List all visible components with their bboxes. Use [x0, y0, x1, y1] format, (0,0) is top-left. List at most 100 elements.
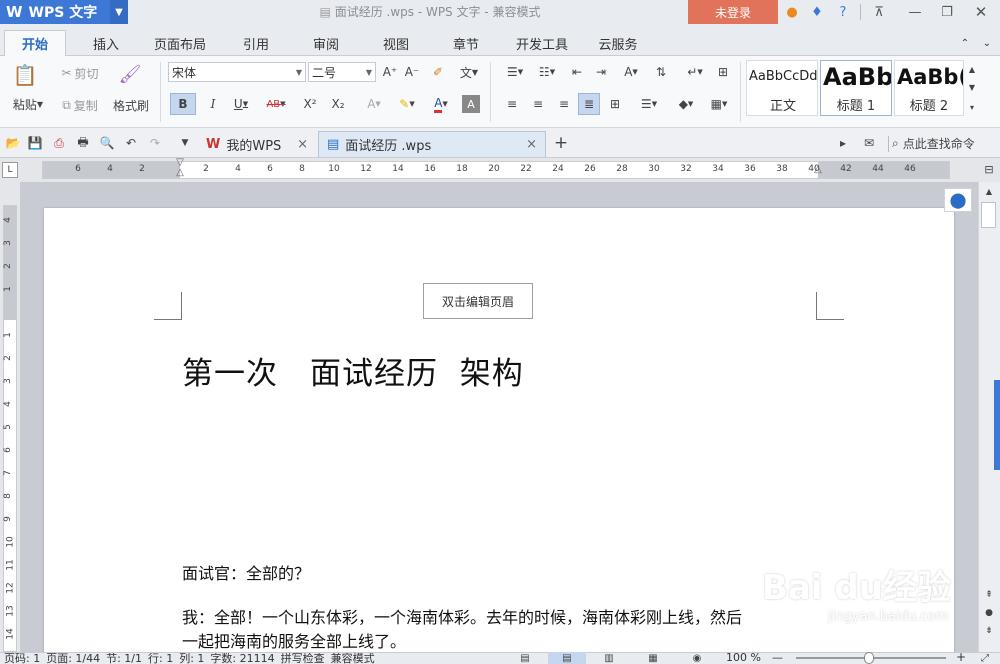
tab-stop-selector[interactable]: L: [2, 162, 18, 178]
cut-button[interactable]: ✂ 剪切: [54, 64, 106, 82]
grow-font-button[interactable]: A⁺: [380, 62, 400, 82]
tab-my-wps[interactable]: W 我的WPS ×: [198, 131, 316, 157]
comment-icon[interactable]: ✉: [858, 134, 880, 152]
skin-icon[interactable]: ♦: [806, 3, 828, 21]
view-web-icon[interactable]: ▦: [644, 652, 662, 664]
style-heading-2[interactable]: AaBb( 标题 2: [894, 60, 964, 116]
char-shading-icon[interactable]: A: [462, 95, 480, 113]
show-marks-icon[interactable]: ↵ ▼: [680, 62, 710, 82]
style-scroll-up-icon[interactable]: ▲: [966, 60, 978, 78]
decrease-indent-icon[interactable]: ⇤: [566, 62, 588, 82]
app-menu-button[interactable]: W WPS 文字 ▼: [0, 0, 128, 24]
tab-chapter[interactable]: 章节: [442, 30, 490, 56]
tab-developer[interactable]: 开发工具: [508, 30, 576, 56]
line-spacing-icon[interactable]: ☰ ▼: [634, 94, 664, 114]
strikethrough-button[interactable]: AB ▼: [258, 93, 294, 115]
status-words[interactable]: 字数: 21114: [210, 653, 274, 664]
open-icon[interactable]: 📂: [4, 134, 22, 152]
brush-icon[interactable]: 🖌: [116, 62, 144, 86]
cloud-icon[interactable]: ●: [783, 3, 801, 21]
sort-icon[interactable]: ⇅: [650, 62, 672, 82]
italic-button[interactable]: I: [202, 93, 224, 115]
view-read-icon[interactable]: ▤: [516, 652, 534, 664]
scroll-thumb[interactable]: [981, 202, 996, 228]
format-painter-button[interactable]: 格式刷: [108, 96, 154, 114]
new-tab-icon[interactable]: +: [552, 133, 570, 153]
tab-home[interactable]: 开始: [4, 30, 66, 56]
border-icon[interactable]: ▦ ▼: [704, 94, 734, 114]
phonetic-icon[interactable]: 文 ▼: [452, 62, 486, 82]
distribute-icon[interactable]: ⊞: [604, 94, 626, 114]
fullscreen-icon[interactable]: ⤢: [976, 652, 994, 664]
bold-button[interactable]: B: [170, 93, 196, 115]
undo-icon[interactable]: ↶: [122, 134, 140, 152]
font-color-button[interactable]: A ▼: [426, 93, 456, 115]
tab-references[interactable]: 引用: [232, 30, 280, 56]
increase-indent-icon[interactable]: ⇥: [590, 62, 612, 82]
text-effect-icon[interactable]: A ▼: [360, 93, 388, 115]
justify-icon[interactable]: ≣: [578, 93, 600, 115]
zoom-in-button[interactable]: +: [956, 651, 966, 663]
bullet-list-icon[interactable]: ☰ ▼: [500, 62, 530, 82]
help-icon[interactable]: ?: [832, 3, 854, 21]
right-indent-icon[interactable]: △: [814, 164, 822, 176]
align-center-icon[interactable]: ≡: [528, 94, 548, 114]
font-size-select[interactable]: 二号 ▼: [308, 62, 376, 82]
pin-icon[interactable]: ⊼: [868, 3, 890, 21]
close-tab-icon[interactable]: ×: [297, 137, 308, 152]
tab-view[interactable]: 视图: [372, 30, 420, 56]
tab-insert[interactable]: 插入: [82, 30, 130, 56]
location-pin-icon[interactable]: ⬤: [944, 188, 972, 212]
save-icon[interactable]: 💾: [26, 134, 44, 152]
print-icon[interactable]: 🖶: [74, 134, 92, 152]
prev-page-icon[interactable]: ⇞: [980, 588, 998, 602]
view-page-icon[interactable]: ▤: [548, 652, 586, 664]
status-spell[interactable]: 拼写检查: [281, 653, 325, 664]
chevron-down-icon[interactable]: ⌄: [978, 30, 996, 56]
style-heading-1[interactable]: AaBb 标题 1: [820, 60, 892, 116]
sidebar-toggle-icon[interactable]: ▸: [834, 134, 852, 152]
tab-document[interactable]: ▤ 面试经历 .wps ×: [318, 131, 546, 157]
export-pdf-icon[interactable]: ⎙: [50, 134, 68, 152]
table-icon[interactable]: ⊞: [712, 62, 734, 82]
eye-protect-icon[interactable]: ◉: [684, 652, 710, 664]
zoom-out-button[interactable]: —: [772, 652, 783, 664]
quick-access-dropdown-icon[interactable]: ▼: [176, 134, 194, 152]
shrink-font-button[interactable]: A⁻: [402, 62, 422, 82]
subscript-button[interactable]: X₂: [326, 93, 350, 115]
copy-button[interactable]: ⧉ 复制: [54, 96, 106, 114]
login-button[interactable]: 未登录: [688, 0, 778, 24]
superscript-button[interactable]: X²: [298, 93, 322, 115]
edit-header-button[interactable]: 双击编辑页眉: [423, 283, 533, 319]
close-tab-icon[interactable]: ×: [526, 137, 537, 152]
font-family-select[interactable]: 宋体 ▼: [168, 62, 306, 82]
view-split-icon[interactable]: ⊟: [980, 160, 998, 178]
next-page-icon[interactable]: ⇟: [980, 624, 998, 638]
underline-button[interactable]: U ▼: [228, 93, 254, 115]
tab-cloud[interactable]: 云服务: [590, 30, 646, 56]
tab-review[interactable]: 审阅: [302, 30, 350, 56]
change-case-icon[interactable]: A ▼: [616, 62, 646, 82]
redo-icon[interactable]: ↷: [146, 134, 164, 152]
paste-icon[interactable]: 📋: [10, 62, 40, 88]
tab-page-layout[interactable]: 页面布局: [148, 30, 212, 56]
view-outline-icon[interactable]: ▥: [600, 652, 618, 664]
style-more-icon[interactable]: ▾: [966, 98, 978, 116]
chevron-up-icon[interactable]: ⌃: [956, 30, 974, 56]
clear-format-icon[interactable]: ✐: [428, 62, 448, 82]
zoom-slider-thumb[interactable]: [864, 652, 874, 664]
highlight-icon[interactable]: ✎ ▼: [392, 93, 422, 115]
align-left-icon[interactable]: ≡: [502, 94, 522, 114]
search-command-input[interactable]: ⌕ 点此查找命令: [892, 134, 998, 152]
numbered-list-icon[interactable]: ☷ ▼: [532, 62, 562, 82]
print-preview-icon[interactable]: 🔍: [98, 134, 116, 152]
align-right-icon[interactable]: ≡: [554, 94, 574, 114]
scroll-up-icon[interactable]: ▲: [980, 184, 998, 198]
close-icon[interactable]: ✕: [968, 3, 994, 21]
restore-icon[interactable]: ❐: [936, 3, 958, 21]
chevron-down-icon[interactable]: ▼: [110, 0, 128, 24]
indent-marker-icon[interactable]: ▽ △: [175, 158, 185, 180]
style-normal[interactable]: AaBbCcDd 正文: [746, 60, 818, 116]
style-scroll-down-icon[interactable]: ▼: [966, 78, 978, 96]
minimize-icon[interactable]: —: [904, 3, 926, 21]
